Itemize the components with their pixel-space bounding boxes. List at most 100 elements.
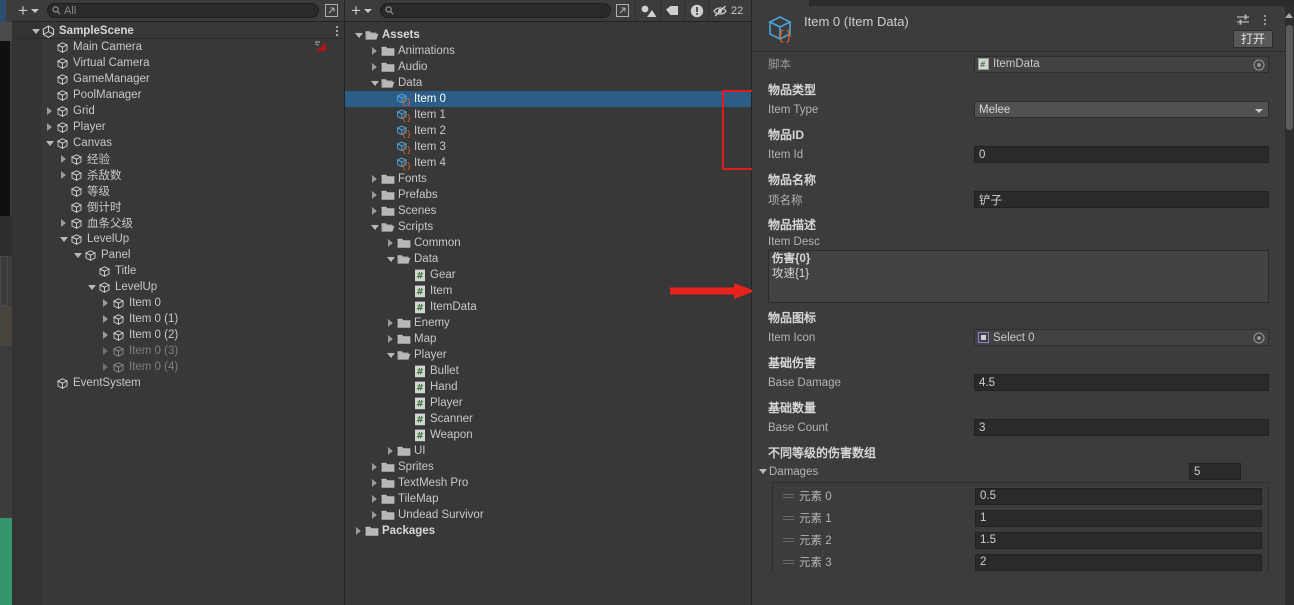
project-item-sprites[interactable]: Sprites	[345, 459, 751, 475]
array-element-input[interactable]: 1	[975, 509, 1262, 527]
hierarchy-item-virtual-camera[interactable]: Virtual Camera	[12, 55, 344, 71]
damages-array-header[interactable]: Damages 5	[752, 462, 1285, 481]
project-search-input[interactable]	[379, 3, 611, 18]
project-item-common[interactable]: Common	[345, 235, 751, 251]
chevron-right-icon[interactable]	[369, 459, 380, 475]
hierarchy-search-input[interactable]: All	[46, 3, 319, 18]
project-item-item-2[interactable]: {} Item 2	[345, 123, 751, 139]
field-dropdown[interactable]: Melee	[974, 101, 1269, 118]
array-element-input[interactable]: 2	[975, 553, 1262, 571]
chevron-down-icon[interactable]	[756, 469, 769, 474]
chevron-right-icon[interactable]	[369, 475, 380, 491]
project-item-data[interactable]: Data	[345, 75, 751, 91]
project-item-data[interactable]: Data	[345, 251, 751, 267]
chevron-right-icon[interactable]	[369, 187, 380, 203]
chevron-right-icon[interactable]	[44, 103, 55, 119]
project-item-bullet[interactable]: # Bullet	[345, 363, 751, 379]
project-item-prefabs[interactable]: Prefabs	[345, 187, 751, 203]
item-icon-object-field[interactable]: Select 0	[974, 329, 1269, 346]
hidden-assets-toggle[interactable]: 22	[708, 0, 751, 21]
chevron-right-icon[interactable]	[100, 311, 111, 327]
project-item-tilemap[interactable]: TileMap	[345, 491, 751, 507]
project-item-textmesh-pro[interactable]: TextMesh Pro	[345, 475, 751, 491]
inspector-scrollbar[interactable]	[1285, 6, 1294, 605]
chevron-right-icon[interactable]	[100, 327, 111, 343]
chevron-right-icon[interactable]	[385, 235, 396, 251]
script-object-field[interactable]: # ItemData	[974, 55, 1269, 73]
hierarchy-item-[interactable]: 经验	[12, 151, 344, 167]
project-item-scanner[interactable]: # Scanner	[345, 411, 751, 427]
hierarchy-item-player[interactable]: Player	[12, 119, 344, 135]
hierarchy-item-main-camera[interactable]: Main Camera	[12, 39, 344, 55]
chevron-right-icon[interactable]	[369, 507, 380, 523]
project-item-weapon[interactable]: # Weapon	[345, 427, 751, 443]
project-item-scripts[interactable]: Scripts	[345, 219, 751, 235]
damages-array-size-field[interactable]: 5	[1189, 463, 1241, 480]
hierarchy-item-eventsystem[interactable]: EventSystem	[12, 375, 344, 391]
project-item-item-1[interactable]: {} Item 1	[345, 107, 751, 123]
open-button[interactable]: 打开	[1232, 30, 1273, 48]
chevron-right-icon[interactable]	[369, 43, 380, 59]
chevron-down-icon[interactable]	[353, 27, 364, 43]
project-item-enemy[interactable]: Enemy	[345, 315, 751, 331]
array-element-input[interactable]: 0.5	[975, 487, 1262, 505]
hierarchy-item-levelup[interactable]: LevelUp	[12, 231, 344, 247]
more-options-icon[interactable]	[1262, 13, 1268, 27]
hierarchy-add-button[interactable]: +	[12, 1, 45, 21]
hierarchy-item-[interactable]: 倒计时	[12, 199, 344, 215]
hierarchy-item-canvas[interactable]: Canvas	[12, 135, 344, 151]
hierarchy-item-item-0-2[interactable]: Item 0 (2)	[12, 327, 344, 343]
chevron-right-icon[interactable]	[385, 315, 396, 331]
hierarchy-item-levelup[interactable]: LevelUp	[12, 279, 344, 295]
project-item-gear[interactable]: # Gear	[345, 267, 751, 283]
chevron-down-icon[interactable]	[369, 75, 380, 91]
chevron-down-icon[interactable]	[385, 251, 396, 267]
inspector-scroll-thumb[interactable]	[1286, 25, 1293, 130]
drag-handle-icon[interactable]	[777, 491, 799, 501]
filter-by-label-icon[interactable]	[659, 0, 684, 21]
hierarchy-item-item-0[interactable]: Item 0	[12, 295, 344, 311]
hierarchy-item-samplescene[interactable]: SampleScene	[12, 23, 344, 39]
project-item-animations[interactable]: Animations	[345, 43, 751, 59]
hierarchy-item-poolmanager[interactable]: PoolManager	[12, 87, 344, 103]
hierarchy-item-gamemanager[interactable]: GameManager	[12, 71, 344, 87]
field-input[interactable]: 铲子	[974, 191, 1269, 208]
scroll-up-arrow-icon[interactable]	[1285, 13, 1293, 18]
chevron-down-icon[interactable]	[72, 247, 83, 263]
hierarchy-item-grid[interactable]: Grid	[12, 103, 344, 119]
chevron-right-icon[interactable]	[369, 491, 380, 507]
field-input[interactable]: 4.5	[974, 374, 1269, 391]
project-item-fonts[interactable]: Fonts	[345, 171, 751, 187]
project-item-packages[interactable]: Packages	[345, 523, 751, 539]
chevron-right-icon[interactable]	[58, 151, 69, 167]
alert-circle-icon[interactable]	[683, 0, 709, 21]
chevron-right-icon[interactable]	[44, 119, 55, 135]
chevron-down-icon[interactable]	[86, 279, 97, 295]
chevron-right-icon[interactable]	[58, 167, 69, 183]
hierarchy-item-[interactable]: 等级	[12, 183, 344, 199]
chevron-right-icon[interactable]	[385, 443, 396, 459]
project-item-player[interactable]: Player	[345, 347, 751, 363]
chevron-right-icon[interactable]	[369, 203, 380, 219]
project-item-assets[interactable]: Assets	[345, 27, 751, 43]
field-input[interactable]: 3	[974, 419, 1269, 436]
project-item-item[interactable]: # Item	[345, 283, 751, 299]
project-item-undead-survivor[interactable]: Undead Survivor	[345, 507, 751, 523]
chevron-down-icon[interactable]	[385, 347, 396, 363]
chevron-right-icon[interactable]	[100, 359, 111, 375]
chevron-right-icon[interactable]	[100, 343, 111, 359]
drag-handle-icon[interactable]	[777, 513, 799, 523]
project-item-audio[interactable]: Audio	[345, 59, 751, 75]
field-input[interactable]: 0	[974, 146, 1269, 163]
chevron-down-icon[interactable]	[44, 135, 55, 151]
chevron-right-icon[interactable]	[58, 215, 69, 231]
project-item-item-3[interactable]: {} Item 3	[345, 139, 751, 155]
hierarchy-item-panel[interactable]: Panel	[12, 247, 344, 263]
hierarchy-expand-icon[interactable]	[323, 3, 341, 19]
chevron-down-icon[interactable]	[369, 219, 380, 235]
drag-handle-icon[interactable]	[777, 557, 799, 567]
project-item-player[interactable]: # Player	[345, 395, 751, 411]
chevron-right-icon[interactable]	[385, 331, 396, 347]
object-picker-icon[interactable]	[1253, 332, 1265, 344]
chevron-down-icon[interactable]	[58, 231, 69, 247]
